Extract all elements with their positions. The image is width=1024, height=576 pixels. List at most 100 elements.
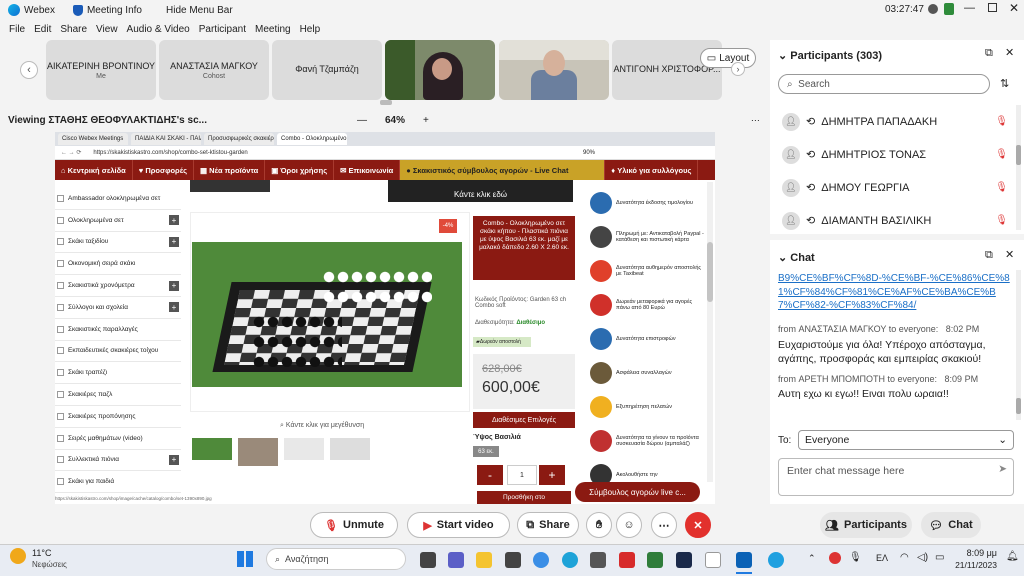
participant-thumb[interactable]: ΑΙΚΑΤΕΡΙΝΗ ΒΡΟΝΤΙΝΟΥ Me: [46, 40, 156, 100]
popout-icon[interactable]: ⧉: [985, 47, 993, 60]
teams-icon[interactable]: [448, 552, 464, 568]
nav-offers[interactable]: ♥ Προσφορές: [133, 160, 194, 180]
participant-row[interactable]: 👤︎ ⟲ ΔΗΜΗΤΡΑ ΠΑΠΑΔΑΚΗ 🎙︎: [770, 105, 1014, 138]
qty-minus-button[interactable]: -: [477, 465, 503, 485]
expand-icon[interactable]: +: [169, 302, 179, 313]
size-option[interactable]: 63 εκ.: [473, 446, 499, 457]
product-thumb[interactable]: [192, 438, 232, 460]
popout-icon[interactable]: ⧉: [985, 249, 993, 262]
chrome-icon[interactable]: [533, 552, 549, 568]
tray-chevron-icon[interactable]: ⌃: [808, 553, 816, 564]
wifi-icon[interactable]: ◠: [900, 552, 909, 563]
expand-icon[interactable]: +: [169, 454, 179, 465]
edge-icon[interactable]: [562, 552, 578, 568]
layout-button[interactable]: ▭ Layout: [700, 48, 756, 68]
participant-video[interactable]: [499, 40, 609, 100]
category-item[interactable]: Συλλεκτικά πιόνια +: [55, 449, 181, 472]
participant-row[interactable]: 👤︎ ⟲ ΔΗΜΟΥ ΓΕΩΡΓΙΑ 🎙︎: [770, 171, 1014, 204]
qty-input[interactable]: 1: [507, 465, 537, 485]
nav-home[interactable]: ⌂ Κεντρική σελίδα: [55, 160, 133, 180]
volume-icon[interactable]: ◁): [917, 552, 928, 563]
nav-clubs[interactable]: ♦ Υλικό για συλλόγους: [605, 160, 699, 180]
participant-row[interactable]: 👤︎ ⟲ ΔΗΜΗΤΡΙΟΣ ΤΟΝΑΣ 🎙︎: [770, 138, 1014, 171]
notification-icon[interactable]: 🔔︎: [1006, 551, 1019, 562]
participant-thumb[interactable]: Φανή Τζαμπάζη: [272, 40, 382, 100]
menu-file[interactable]: File: [9, 24, 25, 35]
task-view-icon[interactable]: [420, 552, 436, 568]
live-chat-button[interactable]: Σύμβουλος αγορών live c...: [575, 482, 700, 502]
amazon-icon[interactable]: [705, 552, 721, 568]
category-item[interactable]: Ολοκληρωμένα σετ +: [55, 209, 181, 232]
minimize-button[interactable]: —: [964, 2, 975, 14]
nav-new[interactable]: ▦ Νέα προϊόντα: [194, 160, 266, 180]
enlarge-link[interactable]: ⌕ Κάντε κλικ για μεγέθυνση: [280, 422, 364, 430]
file-explorer-icon[interactable]: [476, 552, 492, 568]
app-icon[interactable]: [590, 552, 606, 568]
reactions-button[interactable]: ☺: [616, 512, 642, 538]
chevron-down-icon[interactable]: ⌄: [778, 50, 790, 62]
share-button[interactable]: ⧉ Share: [517, 512, 579, 538]
browser-tab[interactable]: Combo - Ολοκληρωμένο σετ...: [277, 133, 347, 145]
category-item[interactable]: Σκακιστικά χρονόμετρα +: [55, 275, 181, 297]
menu-audio-video[interactable]: Audio & Video: [127, 24, 190, 35]
close-window-button[interactable]: ✕: [1009, 1, 1019, 15]
qty-plus-button[interactable]: +: [539, 465, 565, 485]
close-panel-icon[interactable]: ✕: [1005, 248, 1014, 261]
animate-icon[interactable]: [676, 552, 692, 568]
maximize-button[interactable]: [988, 3, 997, 12]
nav-live-chat[interactable]: ● Σκακιστικός σύμβουλος αγορών - Live Ch…: [400, 160, 606, 180]
shared-screen[interactable]: Cisco Webex Meetings ΠΑΙΔΙΑ ΚΑΙ ΣΚΑΚΙ - …: [55, 132, 715, 504]
close-panel-icon[interactable]: ✕: [1005, 46, 1014, 59]
banner[interactable]: Κάντε κλικ εδώ: [388, 180, 573, 202]
category-item[interactable]: Ambassador ολοκληρωμένα σετ: [55, 188, 181, 210]
collapse-handle[interactable]: [380, 100, 392, 105]
category-item[interactable]: Οικονομική σειρά σκάκι: [55, 253, 181, 276]
menu-meeting[interactable]: Meeting: [255, 24, 291, 35]
participant-scrollbar[interactable]: [1016, 105, 1021, 230]
menu-view[interactable]: View: [96, 24, 118, 35]
raise-hand-button[interactable]: ✋︎: [586, 512, 612, 538]
expand-icon[interactable]: +: [169, 215, 179, 226]
chat-link[interactable]: B9%CE%BF%CF%8D-%CE%BF-%CE%86%CE%81%CF%84…: [778, 272, 1010, 313]
expand-icon[interactable]: +: [169, 236, 179, 247]
leave-meeting-button[interactable]: ✕: [685, 512, 711, 538]
acrobat-icon[interactable]: [619, 552, 635, 568]
battery-icon[interactable]: ▭: [935, 552, 944, 563]
category-item[interactable]: Σκάκι ταξιδίου +: [55, 231, 181, 254]
meeting-info-button[interactable]: Meeting Info: [72, 4, 142, 16]
webex-taskbar-icon[interactable]: [736, 552, 752, 568]
thumb-next-button[interactable]: ›: [731, 62, 745, 76]
browser-tab[interactable]: Προσυσφωρικές σκακιέρες σκάκι: [204, 133, 274, 145]
recipient-select[interactable]: Everyone ⌄: [798, 430, 1014, 450]
participant-thumb[interactable]: ΑΝΑΣΤΑΣΙΑ ΜΑΓΚΟΥ Cohost: [159, 40, 269, 100]
participant-search-input[interactable]: ⌕ Search: [778, 74, 990, 94]
category-item[interactable]: Σκάκι τραπέζι: [55, 362, 181, 385]
nav-contact[interactable]: ✉ Επικοινωνία: [334, 160, 401, 180]
zoom-out-button[interactable]: —: [357, 115, 367, 126]
more-options-button[interactable]: ⋯: [651, 512, 677, 538]
menu-edit[interactable]: Edit: [34, 24, 51, 35]
expand-icon[interactable]: +: [169, 280, 179, 291]
menu-help[interactable]: Help: [300, 24, 321, 35]
category-item[interactable]: Σκακιστικές παραλλαγές: [55, 318, 181, 341]
browser-tab[interactable]: Cisco Webex Meetings: [58, 133, 128, 145]
start-icon[interactable]: [237, 551, 253, 567]
mic-icon[interactable]: 🎙︎: [849, 552, 862, 563]
menu-share[interactable]: Share: [60, 24, 87, 35]
menu-participant[interactable]: Participant: [199, 24, 246, 35]
chat-input[interactable]: Enter chat message here ➤: [778, 458, 1014, 496]
chat-scrollbar[interactable]: [1016, 270, 1021, 420]
browser-tab[interactable]: ΠΑΙΔΙΑ ΚΑΙ ΣΚΑΚΙ - ΠΑΙΔΙ ΚΑΙ ΣΚΑΚΙ: [131, 133, 201, 145]
product-thumb[interactable]: [238, 438, 278, 466]
category-item[interactable]: Σκάκι για παιδιά: [55, 471, 181, 494]
url-bar[interactable]: ← → ⟳ https://skakistiskastro.com/shop/c…: [55, 146, 715, 160]
zoom-in-button[interactable]: +: [423, 115, 429, 126]
unmute-button[interactable]: 🎙︎ Unmute: [310, 512, 398, 538]
thumb-prev-button[interactable]: ‹: [20, 61, 38, 79]
chevron-down-icon[interactable]: ⌄: [778, 252, 790, 264]
product-thumb[interactable]: [330, 438, 370, 460]
page-scrollbar[interactable]: [707, 182, 713, 482]
nav-terms[interactable]: ▣ Όροι χρήσης: [265, 160, 335, 180]
category-item[interactable]: Σκακιέρες παζλ: [55, 384, 181, 406]
send-icon[interactable]: ➤: [998, 463, 1007, 475]
